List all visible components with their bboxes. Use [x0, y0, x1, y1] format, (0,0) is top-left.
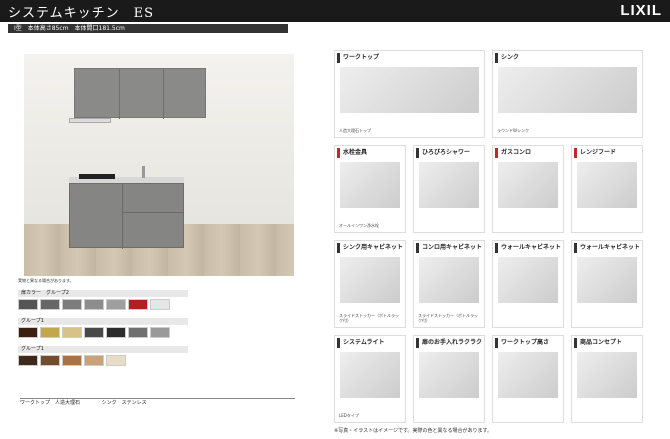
swatch-group-label: グループ1 [18, 318, 188, 325]
faucet [142, 166, 145, 178]
swatch-group-label: 扉カラー グループ2 [18, 290, 188, 297]
feature-image [498, 162, 558, 208]
feature-title: ガスコンロ [495, 148, 561, 158]
feature-card: レンジフード [571, 145, 643, 233]
feature-image [340, 162, 400, 208]
swatch-group-label: グループ1 [18, 346, 188, 353]
kitchen-photo [24, 54, 294, 276]
feature-desc: スライドストッカー（ボトルラック付） [418, 313, 478, 323]
brand-logo: LIXIL [620, 2, 662, 19]
swatch-row [18, 299, 188, 310]
feature-desc: 人造大理石トップ [339, 128, 371, 133]
color-swatch[interactable] [128, 327, 148, 338]
feature-image [340, 67, 479, 113]
feature-card: ガスコンロ [492, 145, 564, 233]
feature-image [577, 352, 637, 398]
footer-note: ※写真・イラストはイメージです。実際の色と異なる場合があります。 [334, 428, 492, 434]
door-color-swatches: 実物と異なる場合があります。 扉カラー グループ2 グループ1 グループ1 [18, 278, 188, 398]
feature-card: ワークトップ人造大理石トップ [334, 50, 485, 138]
feature-title: ウォールキャビネット [574, 243, 640, 253]
stove-top [79, 174, 115, 179]
base-cabinets [69, 183, 184, 249]
feature-desc: ラウンドWシンク [497, 128, 529, 133]
color-swatch[interactable] [84, 355, 104, 366]
color-swatch[interactable] [40, 355, 60, 366]
color-swatch[interactable] [62, 355, 82, 366]
feature-title: 扉のお手入れラクラク [416, 338, 482, 348]
feature-card: ひろびろシャワー [413, 145, 485, 233]
feature-image [419, 257, 479, 303]
feature-desc: スライドストッカー（ボトルラック付） [339, 313, 399, 323]
swatch-row [18, 355, 188, 366]
feature-title: システムライト [337, 338, 403, 348]
feature-title: コンロ用キャビネット [416, 243, 482, 253]
swatch-row [18, 327, 188, 338]
feature-card: コンロ用キャビネット スライドストッカー（ボトルラック付） [413, 240, 485, 328]
color-swatch[interactable] [106, 299, 126, 310]
swatch-note: 実物と異なる場合があります。 [18, 278, 74, 283]
color-swatch[interactable] [40, 327, 60, 338]
feature-title: ワークトップ高さ [495, 338, 561, 348]
feature-card: ウォールキャビネット [571, 240, 643, 328]
color-swatch[interactable] [150, 299, 170, 310]
feature-card: 水栓金具オールインワン浄水栓 [334, 145, 406, 233]
feature-card: ワークトップ高さ [492, 335, 564, 423]
drawer-line [122, 212, 184, 213]
color-swatch[interactable] [106, 327, 126, 338]
color-swatch[interactable] [40, 299, 60, 310]
feature-desc: オールインワン浄水栓 [339, 223, 379, 228]
page-title: システムキッチン ES [8, 6, 155, 21]
worktop-spec: ワークトップ 人造大理石 [20, 400, 81, 406]
color-swatch[interactable] [106, 355, 126, 366]
cabinet-seam [163, 69, 164, 119]
feature-card: シンク用キャビネット スライドストッカー（ボトルラック付） [334, 240, 406, 328]
color-swatch[interactable] [84, 327, 104, 338]
feature-image [498, 257, 558, 303]
feature-title: ひろびろシャワー [416, 148, 482, 158]
feature-image [577, 162, 637, 208]
dimensions-bar: I型 本体高さ85cm 本体間口181.5cm [8, 24, 288, 33]
feature-title: レンジフード [574, 148, 640, 158]
feature-card: システムライト LEDタイプ [334, 335, 406, 423]
color-swatch[interactable] [18, 327, 38, 338]
feature-image [577, 257, 637, 303]
feature-title: ワークトップ [337, 53, 482, 63]
feature-image [340, 352, 400, 398]
feature-image [419, 162, 479, 208]
feature-title: 水栓金具 [337, 148, 403, 158]
feature-card: 商品コンセプト [571, 335, 643, 423]
cabinet-seam [122, 184, 123, 249]
feature-title: ウォールキャビネット [495, 243, 561, 253]
feature-title: シンク用キャビネット [337, 243, 403, 253]
feature-desc: LEDタイプ [339, 413, 359, 418]
feature-title: 商品コンセプト [574, 338, 640, 348]
range-hood [69, 118, 111, 123]
color-swatch[interactable] [150, 327, 170, 338]
color-swatch[interactable] [62, 299, 82, 310]
color-swatch[interactable] [18, 355, 38, 366]
feature-card: 扉のお手入れラクラク [413, 335, 485, 423]
feature-image [498, 352, 558, 398]
color-swatch[interactable] [62, 327, 82, 338]
color-swatch[interactable] [84, 299, 104, 310]
feature-image [498, 67, 637, 113]
color-swatch[interactable] [128, 299, 148, 310]
cabinet-seam [119, 69, 120, 119]
sink-spec: シンク ステンレス [101, 400, 147, 406]
feature-card: シンクラウンドWシンク [492, 50, 643, 138]
feature-image [340, 257, 400, 303]
spec-bar: ワークトップ 人造大理石 シンク ステンレス [20, 398, 295, 406]
feature-card: ウォールキャビネット [492, 240, 564, 328]
feature-grid: ワークトップ 人造大理石トップ シンク ラウンドWシンク 水栓金具 オールインワン浄水栓ひ… [334, 50, 656, 425]
feature-title: シンク [495, 53, 640, 63]
feature-image [419, 352, 479, 398]
upper-cabinets [74, 68, 206, 119]
header-bar: システムキッチン ES LIXIL [0, 0, 670, 22]
color-swatch[interactable] [18, 299, 38, 310]
